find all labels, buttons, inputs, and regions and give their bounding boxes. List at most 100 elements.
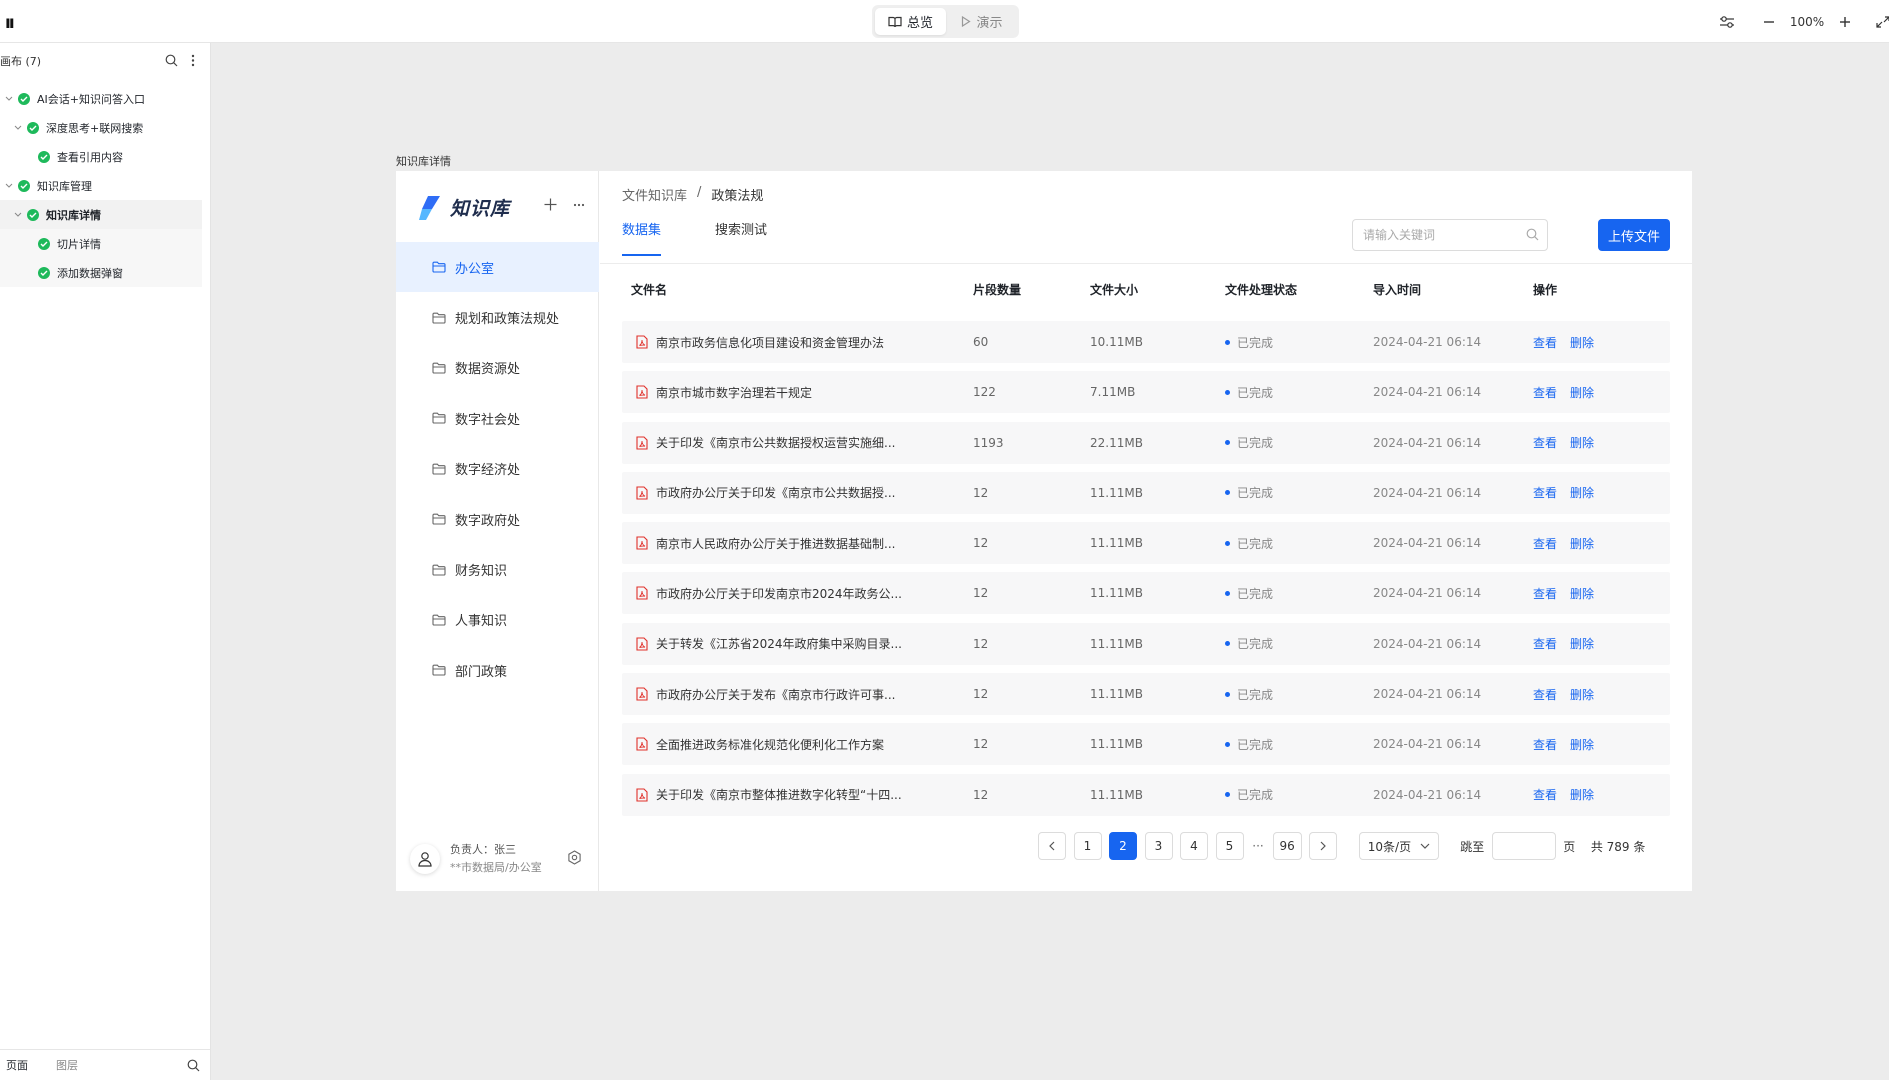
delete-link[interactable]: 删除 xyxy=(1570,635,1594,652)
tree-item-deep-thinking[interactable]: 深度思考+联网搜索 xyxy=(0,113,210,142)
view-link[interactable]: 查看 xyxy=(1533,434,1557,451)
view-link[interactable]: 查看 xyxy=(1533,786,1557,803)
jump-page-input[interactable] xyxy=(1491,832,1556,860)
delete-link[interactable]: 删除 xyxy=(1570,736,1594,753)
tree-item-ai-chat[interactable]: AI会话+知识问答入口 xyxy=(0,84,210,113)
tree-item-label: 添加数据弹窗 xyxy=(57,266,123,280)
tree-item-view-citation[interactable]: 查看引用内容 xyxy=(0,142,210,171)
more-vertical-icon[interactable] xyxy=(191,54,195,67)
kb-nav-item-digital-economy[interactable]: 数字经济处 xyxy=(396,444,599,494)
kb-nav-item-digital-society[interactable]: 数字社会处 xyxy=(396,393,599,443)
search-input[interactable] xyxy=(1361,227,1511,243)
row-actions: 查看 删除 xyxy=(1533,736,1594,753)
zoom-in-button[interactable] xyxy=(1833,10,1857,34)
file-name[interactable]: 南京市政务信息化项目建设和资金管理办法 xyxy=(656,334,884,351)
file-name[interactable]: 市政府办公厅关于印发南京市2024年政务公... xyxy=(656,585,902,602)
pdf-file-icon xyxy=(636,586,648,601)
tab-layers[interactable]: 图层 xyxy=(56,1057,78,1073)
present-mode-button[interactable]: 演示 xyxy=(948,8,1016,35)
page-ellipsis[interactable]: ··· xyxy=(1251,839,1265,853)
delete-link[interactable]: 删除 xyxy=(1570,786,1594,803)
mode-switch: 总览 演示 xyxy=(872,5,1019,38)
top-right-controls: 100% xyxy=(1719,0,1889,43)
kb-nav-label: 财务知识 xyxy=(455,564,508,580)
page-button[interactable]: 4 xyxy=(1180,832,1208,860)
tree-item-label: 知识库管理 xyxy=(37,179,92,193)
kb-nav-item-finance[interactable]: 财务知识 xyxy=(396,544,599,594)
table-row: 市政府办公厅关于印发《南京市公共数据授... 12 11.11MB 已完成 20… xyxy=(622,471,1670,514)
tree-item-slice-detail[interactable]: 切片详情 xyxy=(0,229,202,258)
segment-count: 12 xyxy=(973,485,989,500)
file-name[interactable]: 南京市人民政府办公厅关于推进数据基础制... xyxy=(656,535,895,552)
file-name[interactable]: 全面推进政务标准化规范化便利化工作方案 xyxy=(656,736,884,753)
tree-item-kb-detail[interactable]: 知识库详情 xyxy=(0,200,202,229)
delete-link[interactable]: 删除 xyxy=(1570,334,1594,351)
delete-link[interactable]: 删除 xyxy=(1570,535,1594,552)
frame-label[interactable]: 知识库详情 xyxy=(396,153,451,169)
status-cell: 已完成 xyxy=(1225,384,1373,401)
file-name[interactable]: 关于转发《江苏省2024年政府集中采购目录... xyxy=(656,635,902,652)
app-logo[interactable]: ıı xyxy=(5,13,15,33)
add-icon[interactable] xyxy=(544,198,557,211)
view-link[interactable]: 查看 xyxy=(1533,384,1557,401)
chevron-down-icon[interactable] xyxy=(3,93,15,105)
settings-sliders-icon[interactable] xyxy=(1719,15,1735,29)
file-name[interactable]: 市政府办公厅关于发布《南京市行政许可事... xyxy=(656,686,895,703)
zoom-out-button[interactable] xyxy=(1757,10,1781,34)
table-body: 南京市政务信息化项目建设和资金管理办法 60 10.11MB 已完成 2024-… xyxy=(622,321,1670,824)
tab-dataset[interactable]: 数据集 xyxy=(622,219,662,256)
more-horizontal-icon[interactable] xyxy=(573,203,585,207)
view-link[interactable]: 查看 xyxy=(1533,585,1557,602)
row-actions: 查看 删除 xyxy=(1533,384,1594,401)
kb-nav-item-office[interactable]: 办公室 xyxy=(396,242,599,293)
file-name[interactable]: 关于印发《南京市公共数据授权运营实施细... xyxy=(656,434,895,451)
kb-nav-item-data-resources[interactable]: 数据资源处 xyxy=(396,343,599,393)
upload-file-button[interactable]: 上传文件 xyxy=(1598,219,1670,251)
view-link[interactable]: 查看 xyxy=(1533,736,1557,753)
next-page-button[interactable] xyxy=(1309,832,1338,860)
zoom-level[interactable]: 100% xyxy=(1781,15,1833,29)
page-button[interactable]: 5 xyxy=(1215,832,1244,860)
file-name[interactable]: 关于印发《南京市整体推进数字化转型“十四... xyxy=(656,786,902,803)
prev-page-button[interactable] xyxy=(1038,832,1066,860)
page-button-current[interactable]: 2 xyxy=(1109,832,1137,860)
search-icon[interactable] xyxy=(165,54,178,67)
page-button[interactable]: 3 xyxy=(1144,832,1173,860)
tree-item-add-data-dialog[interactable]: 添加数据弹窗 xyxy=(0,258,202,287)
view-link[interactable]: 查看 xyxy=(1533,334,1557,351)
chevron-down-icon[interactable] xyxy=(12,209,24,221)
tree-item-kb-management[interactable]: 知识库管理 xyxy=(0,171,210,200)
collapse-icon[interactable] xyxy=(1875,15,1889,29)
delete-link[interactable]: 删除 xyxy=(1570,384,1594,401)
kb-brand: 知识库 xyxy=(418,194,510,221)
last-page-button[interactable]: 96 xyxy=(1272,832,1302,860)
view-link[interactable]: 查看 xyxy=(1533,635,1557,652)
view-link[interactable]: 查看 xyxy=(1533,484,1557,501)
search-icon[interactable] xyxy=(187,1059,200,1072)
table-row: 关于转发《江苏省2024年政府集中采购目录... 12 11.11MB 已完成 … xyxy=(622,622,1670,665)
file-name[interactable]: 市政府办公厅关于印发《南京市公共数据授... xyxy=(656,484,895,501)
chevron-down-icon[interactable] xyxy=(3,180,15,192)
delete-link[interactable]: 删除 xyxy=(1570,585,1594,602)
row-actions: 查看 删除 xyxy=(1533,484,1594,501)
chevron-down-icon[interactable] xyxy=(12,122,24,134)
tab-pages[interactable]: 页面 xyxy=(6,1057,28,1073)
delete-link[interactable]: 删除 xyxy=(1570,434,1594,451)
kb-nav-item-hr[interactable]: 人事知识 xyxy=(396,595,599,645)
tab-search-test[interactable]: 搜索测试 xyxy=(715,219,767,256)
import-time: 2024-04-21 06:14 xyxy=(1373,636,1482,651)
breadcrumb-root[interactable]: 文件知识库 xyxy=(622,185,687,204)
kb-nav-item-digital-government[interactable]: 数字政府处 xyxy=(396,494,599,544)
view-link[interactable]: 查看 xyxy=(1533,686,1557,703)
file-name[interactable]: 南京市城市数字治理若干规定 xyxy=(656,384,812,401)
search-icon[interactable] xyxy=(1526,228,1539,241)
delete-link[interactable]: 删除 xyxy=(1570,484,1594,501)
delete-link[interactable]: 删除 xyxy=(1570,686,1594,703)
page-size-select[interactable]: 10条/页 xyxy=(1358,832,1439,860)
kb-nav-item-dept-policy[interactable]: 部门政策 xyxy=(396,645,599,695)
kb-nav-item-planning[interactable]: 规划和政策法规处 xyxy=(396,292,599,342)
view-link[interactable]: 查看 xyxy=(1533,535,1557,552)
overview-mode-button[interactable]: 总览 xyxy=(875,8,946,35)
gear-icon[interactable] xyxy=(567,850,582,865)
page-button[interactable]: 1 xyxy=(1073,832,1102,860)
